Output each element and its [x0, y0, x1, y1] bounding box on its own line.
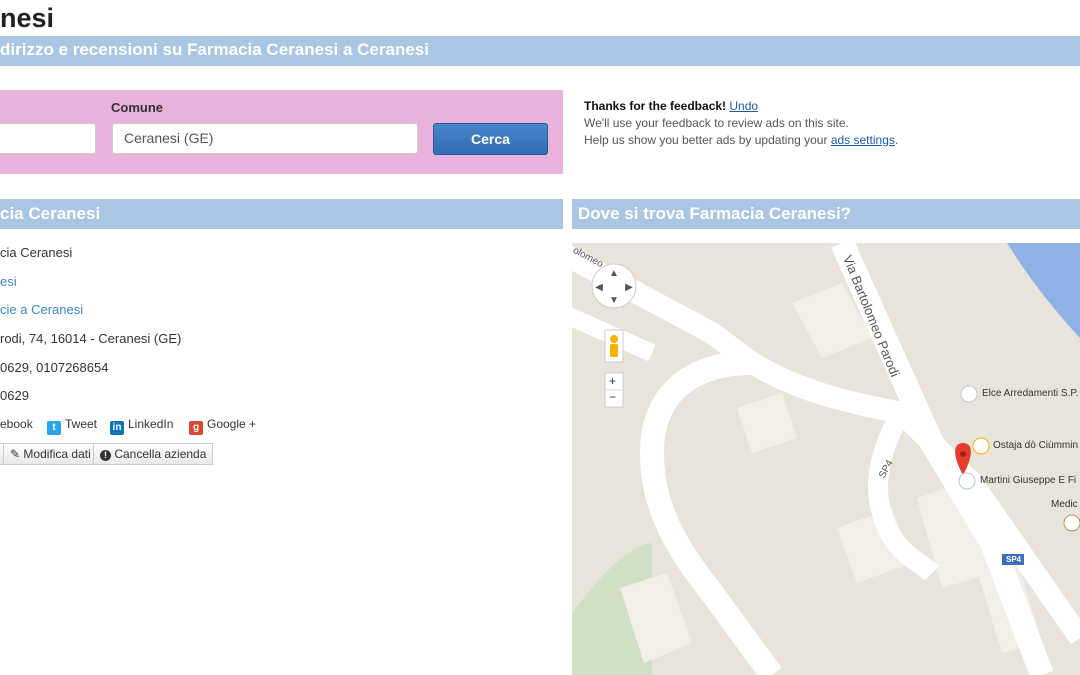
place-label[interactable]: Elce Arredamenti S.P.	[982, 388, 1079, 399]
road-badge-text: SP4	[1006, 555, 1022, 564]
info-header-text: cia Ceranesi	[0, 204, 101, 223]
linkedin-icon: in	[110, 421, 124, 435]
place-label[interactable]: Medic	[1051, 499, 1078, 510]
google-share[interactable]: g Google +	[189, 417, 256, 435]
town-link[interactable]: esi	[0, 274, 17, 289]
fax-text: 0629	[0, 388, 29, 403]
business-name: cia Ceranesi	[0, 245, 73, 260]
place-label[interactable]: Ostaja dò Ciùmmin	[993, 440, 1078, 451]
feedback-line1: We'll use your feedback to review ads on…	[584, 116, 849, 130]
page-title: nesi	[0, 3, 55, 33]
svg-text:▲: ▲	[609, 268, 619, 279]
subtitle-text: dirizzo e recensioni su Farmacia Ceranes…	[0, 40, 429, 59]
twitter-icon: t	[47, 421, 61, 435]
feedback-line2: Help us show you better ads by updating …	[584, 133, 831, 147]
linkedin-share[interactable]: in LinkedIn	[110, 417, 173, 435]
map-canvas: ▲ ▼ ◀ ▶	[572, 243, 1080, 675]
place-label[interactable]: Martini Giuseppe E Fi	[980, 475, 1076, 486]
zoom-out-button[interactable]: −	[609, 390, 616, 404]
google-label: Google +	[207, 417, 257, 431]
category-link[interactable]: cie a Ceranesi	[0, 302, 83, 317]
ad-feedback: Thanks for the feedback! Undo We'll use …	[584, 98, 1024, 149]
map-header-text: Dove si trova Farmacia Ceranesi?	[578, 204, 852, 223]
twitter-label: Tweet	[65, 417, 98, 431]
info-header-band: cia Ceranesi	[0, 199, 563, 229]
exclamation-icon: !	[100, 450, 111, 461]
phone-text: 0629, 0107268654	[0, 360, 109, 375]
zoom-in-button[interactable]: +	[609, 374, 616, 388]
edit-data-label: Modifica dati	[23, 447, 91, 461]
subtitle-band: dirizzo e recensioni su Farmacia Ceranes…	[0, 36, 1080, 66]
facebook-share[interactable]: ebook	[0, 417, 33, 431]
map-header-band: Dove si trova Farmacia Ceranesi?	[572, 199, 1080, 229]
map-view[interactable]: ▲ ▼ ◀ ▶ + − Via Bartolomeo Parodi olomeo…	[572, 243, 1080, 675]
comune-input[interactable]: Ceranesi (GE)	[112, 123, 418, 154]
school-icon	[1063, 514, 1080, 532]
ads-settings-link[interactable]: ads settings	[831, 133, 895, 147]
search-button[interactable]: Cerca	[433, 123, 548, 155]
feedback-thanks: Thanks for the feedback!	[584, 99, 727, 113]
svg-text:◀: ◀	[595, 282, 603, 293]
linkedin-label: LinkedIn	[128, 417, 174, 431]
google-plus-icon: g	[189, 421, 203, 435]
category-input[interactable]	[0, 123, 96, 154]
pencil-icon: ✎	[10, 447, 21, 461]
edit-data-button[interactable]: ✎ Modifica dati	[3, 443, 98, 465]
address-text: rodi, 74, 16014 - Ceranesi (GE)	[0, 331, 182, 346]
twitter-share[interactable]: t Tweet	[47, 417, 97, 435]
shop-icon	[958, 472, 976, 490]
comune-label: Comune	[111, 100, 163, 115]
restaurant-icon	[972, 437, 990, 455]
delete-company-label: Cancella azienda	[114, 447, 207, 461]
shop-icon	[960, 385, 978, 403]
undo-link[interactable]: Undo	[729, 99, 758, 113]
svg-text:▼: ▼	[609, 295, 619, 306]
delete-company-button[interactable]: ! Cancella azienda	[93, 443, 214, 465]
svg-text:▶: ▶	[625, 282, 633, 293]
feedback-line2-end: .	[894, 133, 899, 147]
